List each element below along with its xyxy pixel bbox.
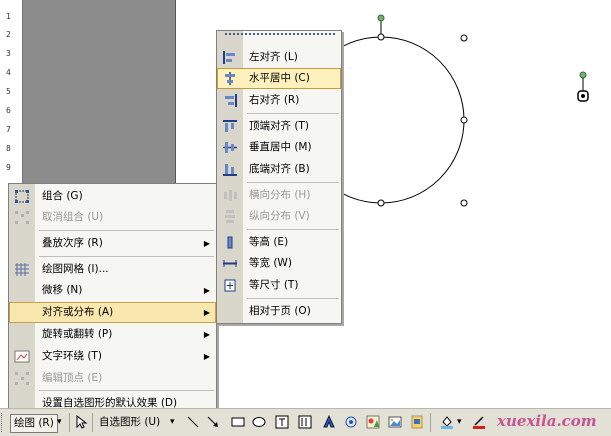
menu-item-grid[interactable]: 绘图网格 (I)... (9, 259, 216, 280)
menu-item-order[interactable]: 叠放次序 (R) ▶ (9, 233, 216, 254)
menu-item-same-height[interactable]: 等高 (E) (217, 232, 341, 253)
menu-item-align-bottom[interactable]: 底端对齐 (B) (217, 159, 341, 180)
menu-item-align-right[interactable]: 右对齐 (R) (217, 90, 341, 111)
menu-item-group[interactable]: 组合 (G) (9, 186, 216, 207)
rotation-handle[interactable] (377, 14, 385, 22)
toolbar-separator (69, 413, 70, 432)
toolbar-separator (92, 413, 93, 432)
menu-separator (247, 182, 339, 183)
vertical-text-box-icon[interactable] (298, 415, 312, 429)
menu-separator (247, 298, 339, 299)
fill-color-icon[interactable] (440, 415, 454, 429)
watermark-text: xuexila.com (497, 412, 597, 430)
menu-separator (39, 256, 214, 257)
submenu-arrow-icon: ▶ (203, 330, 210, 339)
autoshapes-label: 自选图形 (U) (99, 416, 161, 428)
tear-off-handle[interactable] (225, 33, 335, 39)
line-color-icon[interactable] (472, 415, 486, 429)
selection-handles[interactable] (377, 33, 468, 207)
toolbar-grip[interactable] (1, 413, 5, 432)
align-bottom-icon (223, 164, 237, 176)
clip-gallery-icon[interactable] (410, 415, 424, 429)
fill-color-dropdown[interactable]: ▾ (457, 414, 462, 431)
draw-menu-button[interactable]: 绘图 (R) (10, 414, 58, 433)
menu-item-align-left[interactable]: 左对齐 (L) (217, 47, 341, 68)
diagram-icon[interactable] (344, 415, 358, 429)
distribute-horizontal-icon (224, 190, 237, 201)
text-wrap-icon (14, 350, 30, 363)
wordart-icon[interactable] (322, 415, 336, 429)
menu-item-relative-to-page[interactable]: 相对于页 (O) (217, 301, 341, 322)
ungroup-icon (15, 211, 29, 224)
menu-separator (247, 113, 339, 114)
align-center-icon (225, 72, 235, 85)
toolbar-separator (430, 413, 431, 432)
menu-separator (39, 390, 214, 391)
submenu-arrow-icon: ▶ (203, 239, 210, 248)
autoshapes-menu-button[interactable]: 自选图形 (U) (99, 414, 160, 431)
select-pointer-icon[interactable] (74, 415, 88, 429)
menu-item-rotate-flip[interactable]: 旋转或翻转 (P) ▶ (9, 324, 216, 345)
clip-art-icon[interactable] (366, 415, 380, 429)
align-submenu: 左对齐 (L) 水平居中 (C) 右对齐 (R) 顶端对齐 (T) 垂直居中 (… (216, 30, 342, 324)
same-size-icon (224, 279, 236, 292)
menu-separator (247, 229, 339, 230)
submenu-arrow-icon: ▶ (203, 286, 210, 295)
menu-item-same-width[interactable]: 等宽 (W) (217, 253, 341, 274)
same-height-icon (227, 236, 233, 249)
grid-icon (15, 263, 29, 276)
align-right-icon (225, 94, 237, 107)
align-left-icon (223, 51, 235, 64)
draw-menu-label: 绘图 (R) (14, 417, 54, 429)
small-shape-handle[interactable] (577, 71, 589, 102)
menu-item-text-wrap[interactable]: 文字环绕 (T) ▶ (9, 346, 216, 367)
distribute-vertical-icon (225, 210, 235, 223)
line-icon[interactable] (186, 415, 200, 429)
submenu-arrow-icon: ▶ (203, 308, 210, 317)
menu-item-nudge[interactable]: 微移 (N) ▶ (9, 280, 216, 301)
edit-points-icon (15, 372, 29, 385)
autoshapes-dropdown[interactable]: ▾ (170, 414, 175, 431)
menu-separator (39, 230, 214, 231)
draw-menu-dropdown[interactable]: ▾ (57, 414, 62, 431)
text-box-icon[interactable] (275, 415, 289, 429)
menu-item-align-distribute[interactable]: 对齐或分布 (A) ▶ (9, 302, 216, 323)
arrow-icon[interactable] (206, 415, 220, 429)
menu-item-align-center[interactable]: 水平居中 (C) (217, 68, 341, 89)
same-width-icon (223, 260, 237, 267)
oval-icon[interactable] (252, 415, 266, 429)
align-middle-icon (223, 142, 237, 153)
menu-item-align-top[interactable]: 顶端对齐 (T) (217, 116, 341, 137)
insert-picture-icon[interactable] (388, 415, 402, 429)
group-icon (15, 190, 29, 203)
align-top-icon (223, 120, 237, 132)
menu-item-edit-points[interactable]: 编辑顶点 (E) (9, 368, 216, 389)
context-menu: 组合 (G) 取消组合 (U) 叠放次序 (R) ▶ 绘图网格 (I)... 微… (8, 183, 217, 416)
menu-item-distribute-vertical[interactable]: 纵向分布 (V) (217, 206, 341, 227)
menu-item-ungroup[interactable]: 取消组合 (U) (9, 207, 216, 228)
menu-item-align-middle[interactable]: 垂直居中 (M) (217, 137, 341, 158)
rectangle-icon[interactable] (231, 415, 245, 429)
menu-item-distribute-horizontal[interactable]: 横向分布 (H) (217, 185, 341, 206)
submenu-arrow-icon: ▶ (203, 352, 210, 361)
menu-item-same-size[interactable]: 等尺寸 (T) (217, 275, 341, 296)
drawing-toolbar: 绘图 (R) ▾ 自选图形 (U) ▾ ▾ xuexila.com (0, 408, 611, 436)
